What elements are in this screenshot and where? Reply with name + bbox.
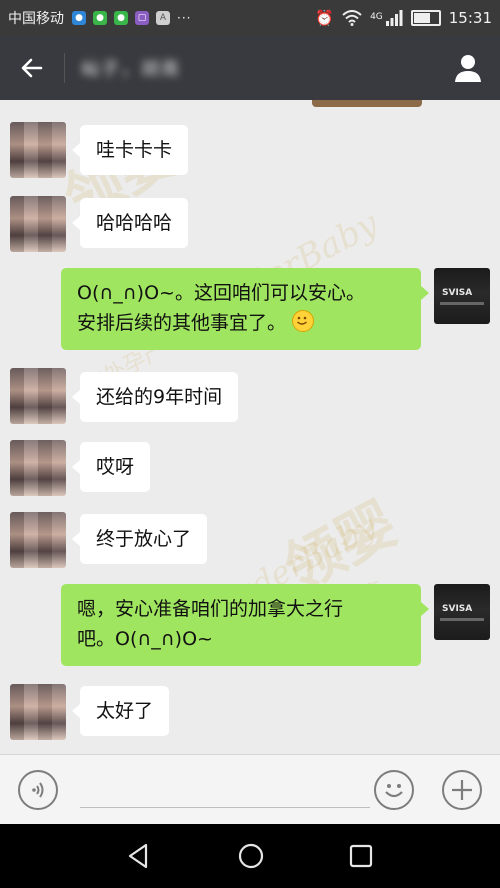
message-input[interactable]	[80, 807, 370, 808]
my-avatar[interactable]: SVISA	[434, 268, 490, 324]
message-bubble[interactable]: 嗯，安心准备咱们的加拿大之行 吧。O(∩_∩)O~	[61, 584, 429, 666]
my-avatar-tagline-bar	[440, 302, 484, 305]
my-avatar-logo: SVISA	[442, 288, 473, 298]
circle-home-icon[interactable]	[236, 841, 266, 871]
message-line: 吧。O(∩_∩)O~	[77, 628, 213, 650]
wifi-icon	[342, 10, 362, 26]
chat-info-button[interactable]	[450, 50, 486, 86]
carrier-label: 中国移动	[8, 11, 64, 27]
chat-message-list[interactable]: LeaderBaby 领婴 LeaderBaby 领婴 海外孕产 海外孕产 哇卡…	[0, 100, 500, 754]
signal-icon	[385, 10, 403, 26]
voice-toggle-button[interactable]	[18, 770, 58, 810]
message-bubble[interactable]: 哇卡卡卡	[71, 125, 189, 175]
contact-avatar[interactable]	[10, 512, 66, 568]
wechat-notification-icon: ●	[93, 11, 107, 25]
network-type: 4G	[370, 12, 383, 22]
contact-avatar[interactable]	[10, 440, 66, 496]
message-notification-icon: ●	[72, 11, 86, 25]
emoji-icon	[385, 784, 403, 798]
clock: 15:31	[448, 9, 492, 27]
smile-emoji-icon	[292, 310, 315, 332]
contact-avatar[interactable]	[10, 368, 66, 424]
my-avatar[interactable]: SVISA	[434, 584, 490, 640]
contact-avatar[interactable]	[10, 684, 66, 740]
battery-icon	[410, 10, 441, 26]
back-button[interactable]	[0, 36, 64, 100]
contact-avatar[interactable]	[10, 196, 66, 252]
triangle-back-icon[interactable]	[124, 841, 154, 871]
message-bubble[interactable]: 哈哈哈哈	[71, 198, 189, 248]
my-avatar-logo: SVISA	[442, 604, 473, 614]
title-divider	[64, 53, 65, 83]
square-recent-icon[interactable]	[346, 841, 376, 871]
message-line: O(∩_∩)O~。这回咱们可以安心。	[77, 282, 365, 304]
status-bar: 中国移动 ● ● ● ▢ A ··· ⏰ 4G 15:31	[0, 0, 500, 36]
font-notification-icon: A	[156, 11, 170, 25]
emoji-button[interactable]	[374, 770, 414, 810]
user-icon	[455, 55, 481, 82]
message-bubble[interactable]: 哎呀	[71, 442, 151, 492]
message-line-text: 安排后续的其他事宜了。	[77, 312, 287, 334]
contact-name: 屾子，胡南	[81, 59, 181, 80]
system-navigation-bar	[0, 824, 500, 888]
status-right: ⏰ 4G 15:31	[315, 9, 492, 27]
message-line: 安排后续的其他事宜了。	[77, 308, 405, 338]
alarm-icon: ⏰	[315, 9, 335, 27]
more-options-button[interactable]	[442, 770, 482, 810]
wechat-notification-icon: ●	[114, 11, 128, 25]
message-bubble[interactable]: 还给的9年时间	[71, 372, 239, 422]
previous-message-edge	[312, 100, 422, 107]
message-bubble[interactable]: 终于放心了	[71, 514, 208, 564]
message-input-bar	[0, 754, 500, 825]
plus-icon	[452, 780, 472, 800]
voice-icon	[32, 782, 44, 798]
message-bubble[interactable]: 太好了	[71, 686, 170, 736]
contact-avatar[interactable]	[10, 122, 66, 178]
back-arrow-icon	[21, 58, 43, 78]
battery-level	[413, 13, 430, 23]
message-line: 嗯，安心准备咱们的加拿大之行	[77, 598, 344, 620]
chat-title-bar: 屾子，胡南	[0, 36, 500, 100]
my-avatar-tagline-bar	[440, 618, 484, 621]
message-bubble[interactable]: O(∩_∩)O~。这回咱们可以安心。 安排后续的其他事宜了。	[61, 268, 429, 350]
more-notifications-icon: ···	[177, 11, 192, 25]
gallery-notification-icon: ▢	[135, 11, 149, 25]
